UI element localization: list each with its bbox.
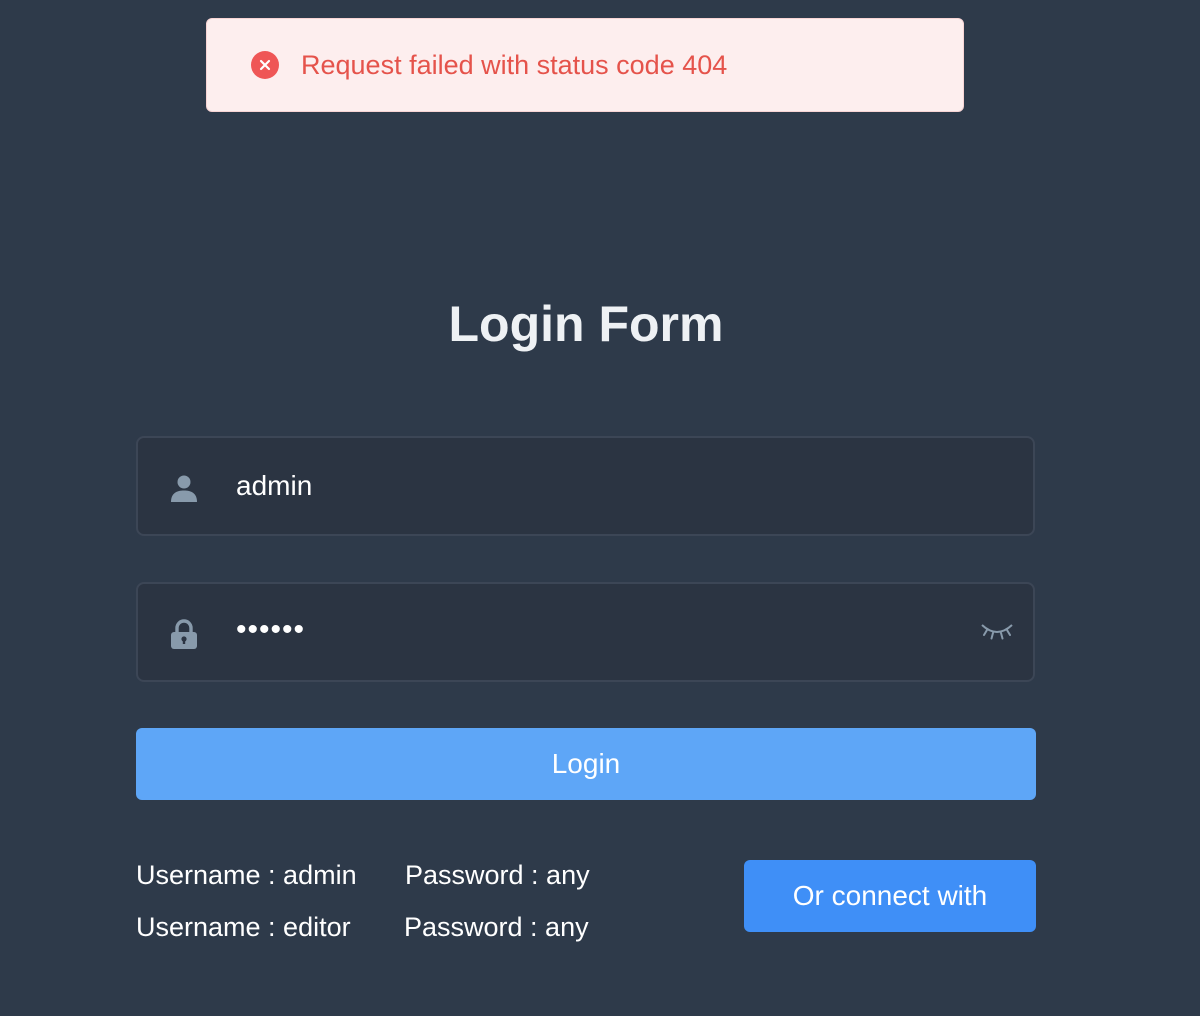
hint-username-admin: Username : admin (136, 860, 357, 890)
connect-with-button[interactable]: Or connect with (744, 860, 1036, 932)
lock-icon (168, 618, 200, 650)
error-toast: Request failed with status code 404 (206, 18, 964, 112)
error-message: Request failed with status code 404 (301, 49, 728, 80)
login-page: Request failed with status code 404 Logi… (0, 0, 1200, 1016)
username-field[interactable] (136, 436, 1035, 536)
password-field[interactable] (136, 582, 1035, 682)
username-input[interactable] (236, 438, 956, 534)
hint-password-admin: Password : any (405, 860, 590, 890)
password-input[interactable] (236, 584, 956, 676)
hint-username-editor: Username : editor (136, 912, 351, 942)
eye-closed-icon[interactable] (979, 620, 1015, 644)
hint-password-editor: Password : any (404, 912, 589, 942)
user-icon (168, 472, 200, 504)
page-title: Login Form (448, 296, 724, 352)
error-circle-icon (251, 51, 279, 79)
login-button[interactable]: Login (136, 728, 1036, 800)
